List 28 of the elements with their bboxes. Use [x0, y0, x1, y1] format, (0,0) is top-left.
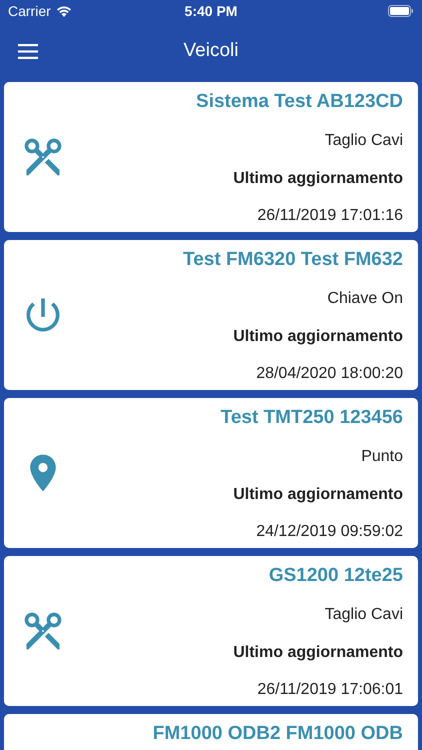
vehicle-name: Test FM6320 Test FM632	[183, 249, 403, 271]
vehicle-name: FM1000 ODB2 FM1000 ODB	[152, 723, 403, 745]
nav-title: Veicoli	[184, 40, 238, 62]
carrier-label: Carrier	[8, 3, 51, 19]
update-label: Ultimo aggiornamento	[233, 328, 403, 346]
vehicle-card[interactable]: FM1000 ODB2 FM1000 ODB	[4, 714, 418, 750]
vehicle-name: Sistema Test AB123CD	[196, 91, 403, 113]
update-time: 28/04/2020 18:00:20	[256, 364, 403, 383]
vehicle-status: Punto	[361, 448, 403, 466]
vehicle-status: Taglio Cavi	[324, 606, 403, 624]
vehicle-name: Test TMT250 123456	[220, 407, 403, 429]
update-time: 26/11/2019 17:06:01	[257, 680, 403, 699]
update-label: Ultimo aggiornamento	[233, 486, 403, 504]
status-time: 5:40 PM	[184, 3, 238, 19]
battery-icon	[388, 5, 414, 17]
update-label: Ultimo aggiornamento	[233, 644, 403, 662]
vehicle-status: Chiave On	[327, 290, 403, 308]
vehicle-card[interactable]: Test TMT250 123456 Punto Ultimo aggiornamento 24/12/2019 09:59:02	[4, 398, 418, 548]
vehicle-status: Taglio Cavi	[324, 132, 403, 150]
vehicle-name: GS1200 12te25	[268, 565, 403, 587]
update-time: 26/11/2019 17:01:16	[257, 206, 403, 225]
vehicle-card[interactable]: GS1200 12te25 Taglio Cavi Ultimo aggiornamento 26/11/2019 17:06:01	[4, 556, 418, 706]
menu-icon[interactable]	[18, 44, 38, 58]
wifi-icon	[56, 5, 72, 17]
vehicle-card[interactable]: Test FM6320 Test FM632 Chiave On Ultimo aggiornamento 28/04/2020 18:00:20	[4, 240, 418, 390]
update-label: Ultimo aggiornamento	[233, 170, 403, 188]
update-time: 24/12/2019 09:59:02	[256, 522, 403, 541]
vehicle-card[interactable]: Sistema Test AB123CD Taglio Cavi Ultimo aggiornamento 26/11/2019 17:01:16	[4, 82, 418, 232]
